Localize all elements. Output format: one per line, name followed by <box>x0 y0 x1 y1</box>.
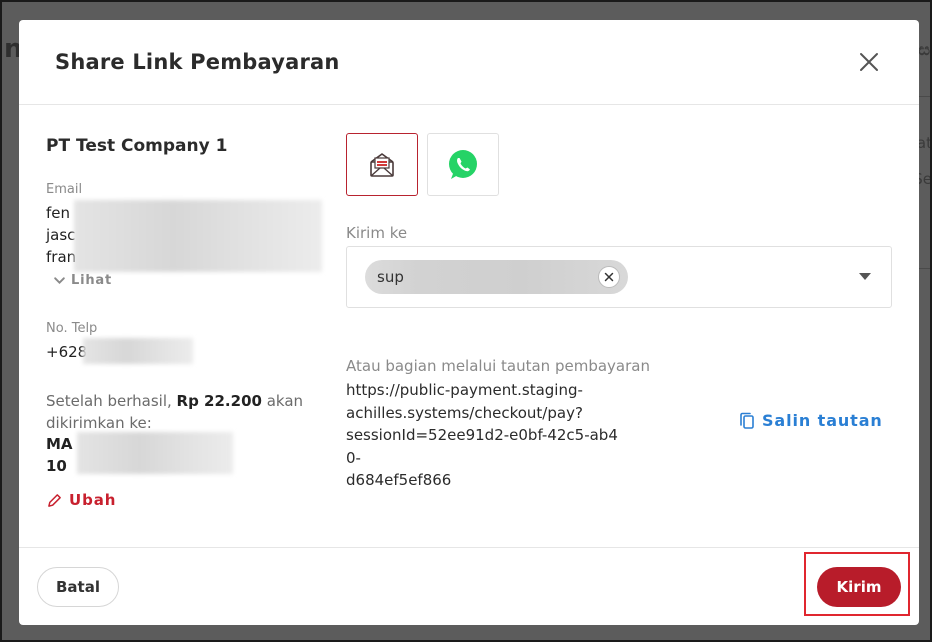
copy-link-label: Salin tautan <box>762 411 883 430</box>
channel-whatsapp-button[interactable] <box>427 133 499 196</box>
recipient-line-1: MA <box>46 435 73 453</box>
note-amount: Rp 22.200 <box>176 392 262 410</box>
delivery-note: Setelah berhasil, Rp 22.200 akan dikirim… <box>46 390 316 434</box>
note-prefix: Setelah berhasil, <box>46 392 172 410</box>
background-text-fragment: at <box>916 134 932 152</box>
envelope-icon <box>370 152 394 177</box>
company-name: PT Test Company 1 <box>46 136 228 156</box>
email-line-1: fen <box>46 204 71 222</box>
phone-value: +628 <box>46 343 88 361</box>
close-icon <box>860 53 878 71</box>
recipient-chip: sup <box>365 260 628 294</box>
email-line-3: fran <box>46 248 77 266</box>
send-to-label: Kirim ke <box>346 224 408 242</box>
phone-redaction <box>83 338 193 364</box>
background-divider <box>918 268 932 269</box>
email-line-2: jasc <box>46 226 76 244</box>
chevron-down-icon <box>54 277 65 285</box>
email-label: Email <box>46 182 83 197</box>
edit-label: Ubah <box>69 491 117 509</box>
payment-link-line: achilles.systems/checkout/pay? <box>346 403 583 422</box>
background-divider <box>918 96 932 97</box>
payment-link-line: sessionId=52ee91d2-e0bf-42c5-ab40- <box>346 426 618 467</box>
copy-link-button[interactable]: Salin tautan <box>739 411 883 430</box>
recipient-select[interactable]: sup <box>346 246 892 308</box>
lihat-label: Lihat <box>71 273 112 288</box>
channel-email-button[interactable] <box>346 133 418 196</box>
remove-recipient-button[interactable] <box>598 266 620 288</box>
recipient-chip-text: sup <box>377 268 404 286</box>
caret-down-icon <box>859 273 871 280</box>
phone-label: No. Telp <box>46 321 98 336</box>
send-button[interactable]: Kirim <box>817 567 901 607</box>
pencil-icon <box>48 493 61 507</box>
recipient-redaction <box>77 432 233 474</box>
modal-footer: Batal Kirim <box>19 547 919 625</box>
modal-title: Share Link Pembayaran <box>55 50 340 74</box>
share-link-modal: Share Link Pembayaran PT Test Company 1 … <box>19 20 919 625</box>
email-redaction <box>74 200 322 272</box>
close-icon <box>604 272 614 282</box>
modal-body: PT Test Company 1 Email fen jasc fran Li… <box>19 105 919 547</box>
whatsapp-icon <box>449 149 477 179</box>
background-icon-fragment: ස <box>918 40 930 59</box>
close-button[interactable] <box>857 50 881 74</box>
payment-link: https://public-payment.staging- achilles… <box>346 379 626 492</box>
modal-header: Share Link Pembayaran <box>19 20 919 105</box>
copy-icon <box>740 412 754 429</box>
cancel-button[interactable]: Batal <box>37 567 119 607</box>
payment-link-line: https://public-payment.staging- <box>346 381 583 399</box>
edit-recipient-link[interactable]: Ubah <box>47 491 116 509</box>
payment-link-line: d684ef5ef866 <box>346 471 452 489</box>
recipient-line-2: 10 <box>46 457 67 475</box>
share-link-label: Atau bagian melalui tautan pembayaran <box>346 357 650 375</box>
lihat-toggle[interactable]: Lihat <box>53 273 112 288</box>
